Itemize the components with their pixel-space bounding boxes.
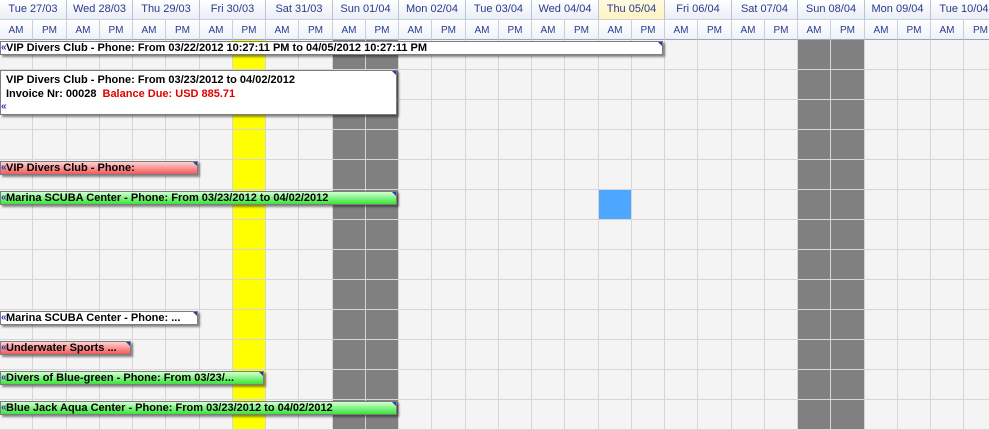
pm-header[interactable]: PM <box>632 20 665 40</box>
am-header[interactable]: AM <box>466 20 499 40</box>
event-label: Marina SCUBA Center - Phone: ... <box>6 312 181 324</box>
am-header[interactable]: AM <box>931 20 964 40</box>
corner-marker-icon <box>193 162 197 166</box>
corner-marker-icon <box>392 402 396 406</box>
pm-header[interactable]: PM <box>366 20 399 40</box>
grid-line <box>0 309 989 310</box>
grid-line <box>0 249 989 250</box>
pm-header[interactable]: PM <box>33 20 67 40</box>
event-label: Marina SCUBA Center - Phone: From 03/23/… <box>6 192 329 204</box>
grid-line <box>0 189 989 190</box>
am-header[interactable]: AM <box>732 20 765 40</box>
grid-line <box>0 369 989 370</box>
am-header[interactable]: AM <box>399 20 432 40</box>
event-bar[interactable]: Marina SCUBA Center - Phone: ... « <box>0 311 198 325</box>
am-header[interactable]: AM <box>599 20 632 40</box>
start-arrow-icon[interactable]: « <box>1 163 7 173</box>
event-bar[interactable]: VIP Divers Club - Phone: « <box>0 161 198 175</box>
calendar-header: Tue 27/03 AM PM Wed 28/03 AM PM Thu 29/03 AM PM F… <box>0 0 989 40</box>
corner-marker-icon <box>193 312 197 316</box>
am-header[interactable]: AM <box>133 20 166 40</box>
day-header[interactable]: Fri 30/03 <box>200 0 266 20</box>
am-header[interactable]: AM <box>532 20 565 40</box>
day-header[interactable]: Sun 08/04 <box>798 0 865 20</box>
balance-due: Balance Due: USD 885.71 <box>102 88 236 100</box>
day-header[interactable]: Wed 28/03 <box>67 0 133 20</box>
pm-header[interactable]: PM <box>765 20 798 40</box>
grid-line <box>0 339 989 340</box>
grid-line <box>0 159 989 160</box>
pm-header[interactable]: PM <box>898 20 931 40</box>
day-header[interactable]: Sat 07/04 <box>732 0 798 20</box>
invoice-number: Invoice Nr: 00028 <box>6 88 97 100</box>
start-arrow-icon[interactable]: « <box>1 193 7 203</box>
event-label: VIP Divers Club - Phone: From 03/22/2012… <box>6 42 428 54</box>
grid-line <box>0 279 989 280</box>
pm-header[interactable]: PM <box>831 20 865 40</box>
event-bar[interactable]: Underwater Sports ... « <box>0 341 131 355</box>
am-header[interactable]: AM <box>266 20 299 40</box>
corner-marker-icon <box>658 42 662 46</box>
event-title: VIP Divers Club - Phone: From 03/23/2012… <box>6 74 295 86</box>
day-header[interactable]: Tue 03/04 <box>466 0 532 20</box>
day-header[interactable]: Wed 04/04 <box>532 0 599 20</box>
start-arrow-icon[interactable]: « <box>1 403 7 413</box>
pm-header[interactable]: PM <box>499 20 532 40</box>
grid-line <box>0 219 989 220</box>
event-invoice-line: Invoice Nr: 00028 Balance Due: USD 885.71 <box>6 87 235 101</box>
pm-header[interactable]: PM <box>565 20 599 40</box>
event-label: VIP Divers Club - Phone: <box>6 162 135 174</box>
day-header[interactable]: Sun 01/04 <box>333 0 399 20</box>
calendar-grid[interactable]: VIP Divers Club - Phone: From 03/22/2012… <box>0 40 989 430</box>
day-header[interactable]: Sat 31/03 <box>266 0 333 20</box>
start-arrow-icon[interactable]: « <box>1 373 7 383</box>
am-header[interactable]: AM <box>333 20 366 40</box>
pm-header[interactable]: PM <box>698 20 732 40</box>
start-arrow-icon[interactable]: « <box>1 313 7 323</box>
corner-marker-icon <box>392 192 396 196</box>
day-header[interactable]: Mon 02/04 <box>399 0 466 20</box>
pm-header[interactable]: PM <box>166 20 200 40</box>
am-header[interactable]: AM <box>0 20 33 40</box>
am-header[interactable]: AM <box>67 20 100 40</box>
corner-marker-icon <box>126 342 130 346</box>
event-label: Divers of Blue-green - Phone: From 03/23… <box>6 372 234 384</box>
event-bar[interactable]: Blue Jack Aqua Center - Phone: From 03/2… <box>0 401 397 415</box>
grid-line <box>0 129 989 130</box>
event-bar[interactable]: Divers of Blue-green - Phone: From 03/23… <box>0 371 264 385</box>
am-header[interactable]: AM <box>865 20 898 40</box>
pm-header[interactable]: PM <box>299 20 333 40</box>
am-header[interactable]: AM <box>200 20 233 40</box>
pm-header[interactable]: PM <box>432 20 466 40</box>
pm-header[interactable]: PM <box>233 20 266 40</box>
day-header[interactable]: Mon 09/04 <box>865 0 931 20</box>
event-bar[interactable]: VIP Divers Club - Phone: From 03/23/2012… <box>0 70 397 115</box>
event-bar[interactable]: VIP Divers Club - Phone: From 03/22/2012… <box>0 41 663 55</box>
pm-header[interactable]: PM <box>964 20 989 40</box>
grid-line <box>0 399 989 400</box>
event-label: Underwater Sports ... <box>6 342 117 354</box>
day-header[interactable]: Tue 27/03 <box>0 0 67 20</box>
selected-cell[interactable] <box>599 190 632 220</box>
day-header[interactable]: Thu 29/03 <box>133 0 200 20</box>
start-arrow-icon[interactable]: « <box>1 43 7 53</box>
am-header[interactable]: AM <box>665 20 698 40</box>
day-header[interactable]: Thu 05/04 <box>599 0 665 20</box>
day-header[interactable]: Fri 06/04 <box>665 0 732 20</box>
pm-header[interactable]: PM <box>100 20 133 40</box>
am-header[interactable]: AM <box>798 20 831 40</box>
corner-marker-icon <box>259 372 263 376</box>
event-bar[interactable]: Marina SCUBA Center - Phone: From 03/23/… <box>0 191 397 205</box>
day-header[interactable]: Tue 10/04 <box>931 0 989 20</box>
event-label: Blue Jack Aqua Center - Phone: From 03/2… <box>6 402 333 414</box>
start-arrow-icon[interactable]: « <box>1 343 7 353</box>
corner-marker-icon <box>392 71 396 75</box>
start-arrow-icon[interactable]: « <box>1 102 7 112</box>
